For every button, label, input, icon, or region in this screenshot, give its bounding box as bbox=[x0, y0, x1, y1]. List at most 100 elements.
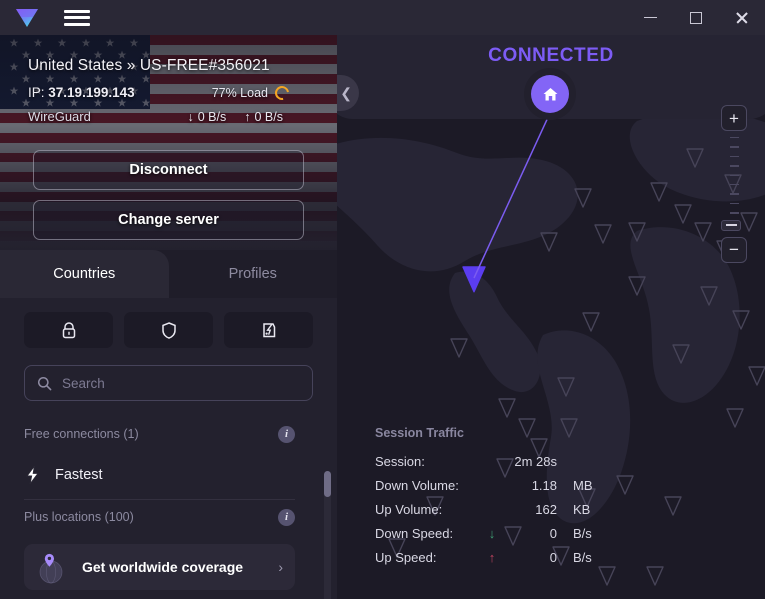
ip-label: IP: bbox=[28, 85, 45, 100]
session-traffic-panel: Session Traffic Session: 2m 28s Down Volum… bbox=[375, 426, 605, 569]
upload-rate-value: 0 B/s bbox=[254, 109, 284, 124]
map-marker bbox=[674, 204, 692, 224]
home-marker[interactable] bbox=[531, 75, 569, 113]
traffic-label: Up Volume: bbox=[375, 501, 443, 517]
rate-group: ↓ 0 B/s ↑ 0 B/s bbox=[188, 110, 284, 124]
fastest-label: Fastest bbox=[55, 467, 103, 483]
load-ring-icon bbox=[272, 82, 292, 103]
window-controls bbox=[627, 0, 765, 35]
zoom-tick bbox=[729, 165, 739, 167]
session-traffic-title: Session Traffic bbox=[375, 426, 464, 440]
zoom-tick bbox=[729, 137, 739, 139]
plus-info-icon[interactable]: i bbox=[278, 508, 295, 526]
connection-status: CONNECTED bbox=[488, 45, 614, 66]
tab-profiles[interactable]: Profiles bbox=[169, 250, 338, 298]
plus-locations-header: Plus locations (100) i bbox=[24, 500, 313, 534]
home-icon bbox=[543, 87, 557, 100]
traffic-unit: MB bbox=[573, 477, 593, 493]
traffic-value: 2m 28s bbox=[514, 453, 557, 469]
down-arrow-icon: ↓ bbox=[187, 109, 194, 124]
lightning-bolt-icon bbox=[26, 465, 40, 485]
up-arrow-icon: ↑ bbox=[244, 109, 251, 124]
search-icon bbox=[37, 376, 52, 390]
traffic-row: Session: 2m 28s bbox=[375, 449, 605, 473]
globe-pin-icon bbox=[39, 553, 63, 584]
scrollbar-thumb[interactable] bbox=[324, 471, 331, 497]
download-rate-value: 0 B/s bbox=[197, 109, 227, 124]
free-info-icon[interactable]: i bbox=[278, 425, 295, 443]
sidebar: United States » US-FREE#356021 IP: 37.19… bbox=[0, 35, 337, 599]
promo-chevron-icon: › bbox=[278, 559, 283, 575]
zoom-tick bbox=[729, 174, 739, 176]
traffic-arrow-icon: ↑ bbox=[488, 549, 496, 565]
traffic-row: Down Volume: 1.18 MB bbox=[375, 473, 605, 497]
map-marker bbox=[616, 475, 634, 495]
traffic-label: Down Volume: bbox=[375, 477, 459, 493]
streaming-icon bbox=[262, 322, 275, 337]
traffic-value: 0 bbox=[549, 549, 557, 565]
traffic-label: Down Speed: bbox=[375, 525, 454, 541]
zoom-out-button[interactable]: − bbox=[721, 236, 747, 263]
server-ip: IP: 37.19.199.143 bbox=[28, 85, 135, 100]
map-panel[interactable]: CONNECTED ❮ + − Session Traffic Session:… bbox=[337, 35, 765, 599]
disconnect-button[interactable]: Disconnect bbox=[33, 150, 304, 190]
minimize-button[interactable] bbox=[627, 0, 673, 35]
map-marker bbox=[726, 408, 744, 428]
free-connections-header: Free connections (1) i bbox=[24, 417, 313, 451]
zoom-slider-thumb[interactable] bbox=[721, 219, 741, 231]
map-marker bbox=[664, 496, 682, 516]
secure-core-filter[interactable] bbox=[24, 312, 113, 348]
search-box[interactable] bbox=[24, 365, 313, 401]
zoom-tick bbox=[729, 183, 739, 186]
load-label: 77% Load bbox=[211, 85, 268, 100]
list-item-fastest[interactable]: Fastest bbox=[24, 451, 313, 499]
action-buttons: Disconnect Change server bbox=[0, 150, 337, 250]
zoom-slider-track[interactable] bbox=[721, 137, 747, 214]
protocol-label: WireGuard bbox=[28, 109, 91, 124]
map-zoom-controls: + − bbox=[721, 105, 747, 263]
vpn-app-window: United States » US-FREE#356021 IP: 37.19… bbox=[0, 0, 765, 599]
sidebar-body: Free connections (1) i Fastest Plus loca… bbox=[0, 298, 337, 590]
traffic-row: Up Speed: ↑ 0 B/s bbox=[375, 545, 605, 569]
worldwide-coverage-promo[interactable]: Get worldwide coverage › bbox=[24, 544, 295, 590]
map-marker bbox=[582, 312, 600, 332]
traffic-unit: B/s bbox=[573, 549, 592, 565]
sidebar-scrollbar[interactable] bbox=[324, 471, 331, 599]
map-marker bbox=[498, 398, 516, 418]
server-name: United States » US-FREE#356021 bbox=[28, 57, 270, 74]
server-load: 77% Load bbox=[211, 82, 292, 103]
zoom-tick bbox=[729, 193, 739, 195]
change-server-button[interactable]: Change server bbox=[33, 200, 304, 240]
free-connections-label: Free connections (1) bbox=[24, 427, 139, 441]
tab-countries[interactable]: Countries bbox=[0, 250, 169, 298]
netshield-filter[interactable] bbox=[124, 312, 213, 348]
upload-rate: ↑ 0 B/s bbox=[244, 110, 283, 124]
download-rate: ↓ 0 B/s bbox=[188, 110, 227, 124]
chevron-left-icon: ❮ bbox=[340, 84, 352, 101]
sidebar-tabs: Countries Profiles bbox=[0, 250, 337, 298]
traffic-value: 162 bbox=[535, 501, 557, 517]
map-marker bbox=[594, 224, 612, 244]
map-marker bbox=[646, 566, 664, 586]
close-button[interactable] bbox=[719, 0, 765, 35]
server-info: United States » US-FREE#356021 IP: 37.19… bbox=[0, 35, 337, 124]
maximize-button[interactable] bbox=[673, 0, 719, 35]
zoom-tick bbox=[729, 146, 739, 148]
traffic-row: Down Speed: ↓ 0 B/s bbox=[375, 521, 605, 545]
lock-icon bbox=[62, 321, 75, 338]
shield-icon bbox=[161, 321, 176, 339]
traffic-value: 1.18 bbox=[531, 477, 557, 493]
server-list: Free connections (1) i Fastest Plus loca… bbox=[24, 417, 313, 590]
map-marker bbox=[748, 366, 765, 386]
title-bar bbox=[0, 0, 765, 35]
traffic-row: Up Volume: 162 KB bbox=[375, 497, 605, 521]
search-input[interactable] bbox=[62, 375, 300, 391]
plus-locations-label: Plus locations (100) bbox=[24, 510, 134, 524]
protonvpn-logo-icon bbox=[16, 8, 38, 27]
zoom-in-button[interactable]: + bbox=[721, 105, 747, 131]
traffic-arrow-icon: ↓ bbox=[488, 525, 496, 541]
streaming-filter[interactable] bbox=[224, 312, 313, 348]
map-marker bbox=[598, 566, 616, 586]
traffic-unit: KB bbox=[573, 501, 591, 517]
hamburger-menu-icon[interactable] bbox=[64, 8, 90, 28]
